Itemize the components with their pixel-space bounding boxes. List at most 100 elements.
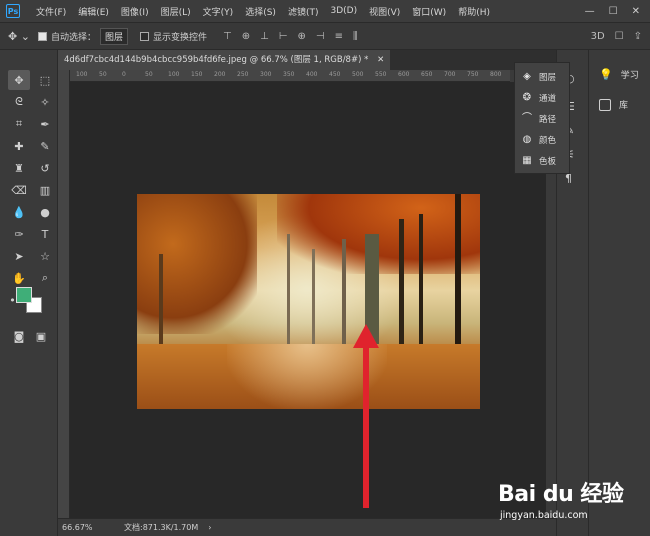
lasso-tool-icon[interactable]: ᘓ xyxy=(8,92,30,112)
doc-size: 文档:871.3K/1.70M xyxy=(124,523,199,532)
document-tab-close-icon[interactable]: ✕ xyxy=(377,55,384,65)
align-top-icon[interactable]: ⊤ xyxy=(223,31,232,42)
brush-tool-icon[interactable]: ✎ xyxy=(34,136,56,156)
align-bottom-icon[interactable]: ⊥ xyxy=(260,31,269,42)
ruler-tick-label: 300 xyxy=(260,71,272,78)
auto-select-label: 自动选择： xyxy=(50,32,96,43)
layers-icon: ◈ xyxy=(523,71,531,82)
ps-logo: Ps xyxy=(6,4,20,18)
zoom-tool-icon[interactable]: ⌕ xyxy=(34,268,56,288)
history-brush-tool-icon[interactable]: ↺ xyxy=(34,158,56,178)
eyedropper-tool-icon[interactable]: ✒ xyxy=(34,114,56,134)
status-menu-caret-icon[interactable]: › xyxy=(208,523,211,532)
screen-mode-icon[interactable]: ▣ xyxy=(30,326,52,346)
flyout-item-swatches[interactable]: ▦ 色板 xyxy=(521,155,556,167)
close-button[interactable]: ✕ xyxy=(632,6,640,17)
status-bar: 66.67% 文档:871.3K/1.70M › xyxy=(58,518,556,536)
layers-flyout-panel: ◈ 图层 ❂ 通道 ⌒ 路径 ◍ 颜色 ▦ 色板 xyxy=(514,62,570,174)
distribute-h-icon[interactable]: ⫼ xyxy=(353,31,358,42)
flyout-item-color[interactable]: ◍ 颜色 xyxy=(521,134,556,146)
ruler-tick-label: 100 xyxy=(168,71,180,78)
align-hcenter-icon[interactable]: ⊕ xyxy=(298,31,306,42)
marquee-tool-icon[interactable]: ⬚ xyxy=(34,70,56,90)
flyout-label-layers: 图层 xyxy=(539,73,557,83)
flyout-item-layers[interactable]: ◈ 图层 xyxy=(521,71,556,83)
ruler-tick-label: 700 xyxy=(444,71,456,78)
flyout-label-paths: 路径 xyxy=(539,115,557,125)
ruler-tick-label: 50 xyxy=(99,71,107,78)
show-transform-label: 显示变换控件 xyxy=(152,32,207,43)
shape-tool-icon[interactable]: ☆ xyxy=(34,246,56,266)
ruler-tick-label: 800 xyxy=(490,71,502,78)
swatches-icon: ▦ xyxy=(522,155,532,166)
workspace-icon[interactable]: ☐ xyxy=(615,31,624,42)
auto-select-dropdown[interactable]: 图层 xyxy=(99,27,128,45)
gradient-tool-icon[interactable]: ▥ xyxy=(34,180,56,200)
move-tool-preset-icon[interactable]: ✥ ⌄ xyxy=(8,30,30,43)
menu-image[interactable]: 图像(I) xyxy=(115,5,155,18)
3d-mode-icon[interactable]: 3D xyxy=(591,31,605,42)
menu-type[interactable]: 文字(Y) xyxy=(197,5,240,18)
hand-tool-icon[interactable]: ✋ xyxy=(8,268,30,288)
ruler-tick-label: 750 xyxy=(467,71,479,78)
flyout-item-paths[interactable]: ⌒ 路径 xyxy=(521,113,556,125)
menu-3d[interactable]: 3D(D) xyxy=(324,6,363,16)
photoshop-window: Ps 文件(F) 编辑(E) 图像(I) 图层(L) 文字(Y) 选择(S) 滤… xyxy=(0,0,650,536)
show-transform-checkbox[interactable] xyxy=(139,31,149,41)
healing-brush-tool-icon[interactable]: ✚ xyxy=(8,136,30,156)
options-right-icons: 3D ☐ ⇪ xyxy=(591,31,650,42)
menu-file[interactable]: 文件(F) xyxy=(30,5,72,18)
magic-wand-tool-icon[interactable]: ✧ xyxy=(34,92,56,112)
share-icon[interactable]: ⇪ xyxy=(634,31,642,42)
flyout-label-channels: 通道 xyxy=(539,94,557,104)
blur-tool-icon[interactable]: 💧 xyxy=(8,202,30,222)
crop-tool-icon[interactable]: ⌗ xyxy=(8,114,30,134)
menu-filter[interactable]: 滤镜(T) xyxy=(282,5,325,18)
forest-photo xyxy=(137,194,480,409)
clone-stamp-tool-icon[interactable]: ♜ xyxy=(8,158,30,178)
paths-icon: ⌒ xyxy=(522,113,532,124)
align-left-icon[interactable]: ⊢ xyxy=(279,31,288,42)
path-selection-tool-icon[interactable]: ➤ xyxy=(8,246,30,266)
canvas-area[interactable] xyxy=(70,82,546,518)
ruler-tick-label: 600 xyxy=(398,71,410,78)
learn-label: 学习 xyxy=(620,71,639,81)
menu-layer[interactable]: 图层(L) xyxy=(155,5,197,18)
ruler-tick-label: 650 xyxy=(421,71,433,78)
menu-bar: Ps 文件(F) 编辑(E) 图像(I) 图层(L) 文字(Y) 选择(S) 滤… xyxy=(0,0,650,22)
zoom-level[interactable]: 66.67% xyxy=(62,523,102,532)
options-bar: ✥ ⌄ 自动选择： 图层 显示变换控件 ⊤ ⊕ ⊥ ⊢ ⊕ ⊣ ≡ ⫼ 3D ☐… xyxy=(0,22,650,50)
ruler-tick-label: 350 xyxy=(283,71,295,78)
quick-mask-icon[interactable]: ◙ xyxy=(8,326,30,346)
menu-window[interactable]: 窗口(W) xyxy=(406,5,452,18)
restore-button[interactable]: ☐ xyxy=(609,6,618,17)
library-label: 库 xyxy=(619,101,629,111)
ruler-tick-label: 550 xyxy=(375,71,387,78)
ruler-tick-label: 150 xyxy=(191,71,203,78)
move-tool-icon[interactable]: ✥ xyxy=(8,70,30,90)
menu-edit[interactable]: 编辑(E) xyxy=(72,5,115,18)
watermark-url: jingyan.baidu.com xyxy=(500,510,588,521)
foreground-color-swatch[interactable] xyxy=(16,287,32,303)
learn-panel-item[interactable]: 💡 学习 xyxy=(599,68,639,81)
document-tab[interactable]: 4d6df7cbc4d144b9b4cbcc959b4fd6fe.jpeg @ … xyxy=(58,50,391,70)
baidu-watermark: Bai du 经验 jingyan.baidu.com xyxy=(498,476,648,534)
pen-tool-icon[interactable]: ✑ xyxy=(8,224,30,244)
ruler-tick-label: 500 xyxy=(352,71,364,78)
distribute-icon[interactable]: ≡ xyxy=(335,31,343,42)
menu-view[interactable]: 视图(V) xyxy=(363,5,406,18)
auto-select-checkbox[interactable] xyxy=(37,31,47,41)
menu-select[interactable]: 选择(S) xyxy=(239,5,282,18)
flyout-item-channels[interactable]: ❂ 通道 xyxy=(521,92,556,104)
dodge-tool-icon[interactable]: ● xyxy=(34,202,56,222)
eraser-tool-icon[interactable]: ⌫ xyxy=(8,180,30,200)
align-right-icon[interactable]: ⊣ xyxy=(316,31,325,42)
align-vcenter-icon[interactable]: ⊕ xyxy=(242,31,250,42)
ruler-tick-label: 200 xyxy=(214,71,226,78)
menu-help[interactable]: 帮助(H) xyxy=(452,5,496,18)
library-panel-item[interactable]: 库 xyxy=(599,98,628,111)
ruler-tick-label: 0 xyxy=(122,71,126,78)
type-tool-icon[interactable]: T xyxy=(34,224,56,244)
minimize-button[interactable]: — xyxy=(585,6,595,17)
horizontal-ruler: 100 50 0 50 100 150 200 250 300 350 400 450 500 550 60… xyxy=(70,70,510,82)
